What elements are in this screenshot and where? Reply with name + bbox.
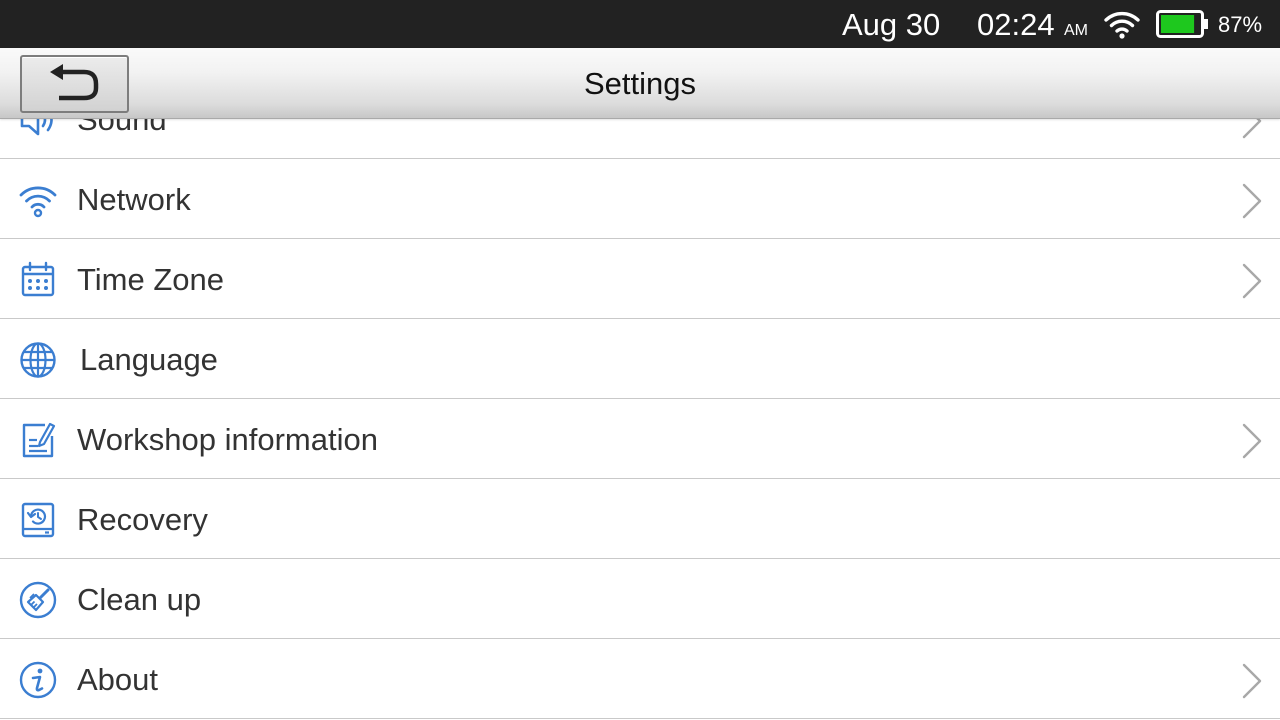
settings-item-label: Clean up [77,582,202,617]
status-time: 02:24 [977,7,1055,42]
document-edit-icon [18,420,58,460]
status-ampm: AM [1064,22,1088,39]
settings-item-label: Time Zone [77,262,225,297]
chevron-right-icon [1238,421,1264,461]
battery-icon [1156,10,1210,38]
chevron-right-icon [1238,261,1264,301]
title-bar: Settings [0,48,1280,119]
settings-item-label: Network [77,182,191,217]
settings-item-network[interactable]: Network [0,159,1280,239]
battery-percentage: 87% [1218,12,1263,37]
status-date: Aug 30 [842,7,941,42]
settings-item-workshop-information[interactable]: Workshop information [0,399,1280,479]
settings-item-label: Workshop information [77,422,378,457]
settings-item-language[interactable]: Language [0,319,1280,399]
settings-item-label: Recovery [77,502,208,537]
globe-icon [18,340,58,380]
settings-item-label: About [77,662,159,697]
chevron-right-icon [1238,661,1264,701]
wifi-icon [18,180,58,220]
page-title: Settings [583,66,696,101]
settings-item-label: Language [80,342,218,377]
chevron-right-icon [1238,181,1264,221]
settings-item-recovery[interactable]: Recovery [0,479,1280,559]
settings-list: Sound Network Time Zone Language Worksho… [0,79,1280,719]
settings-item-clean-up[interactable]: Clean up [0,559,1280,639]
status-bar: Aug 30 02:24 AM 87% [0,0,1280,48]
wifi-icon [1103,9,1141,39]
broom-icon [18,580,58,620]
settings-item-about[interactable]: About [0,639,1280,719]
calendar-icon [18,260,58,300]
back-button[interactable] [20,55,129,113]
info-icon [18,660,58,700]
restore-icon [18,500,58,540]
settings-item-time-zone[interactable]: Time Zone [0,239,1280,319]
undo-arrow-icon [49,64,98,101]
